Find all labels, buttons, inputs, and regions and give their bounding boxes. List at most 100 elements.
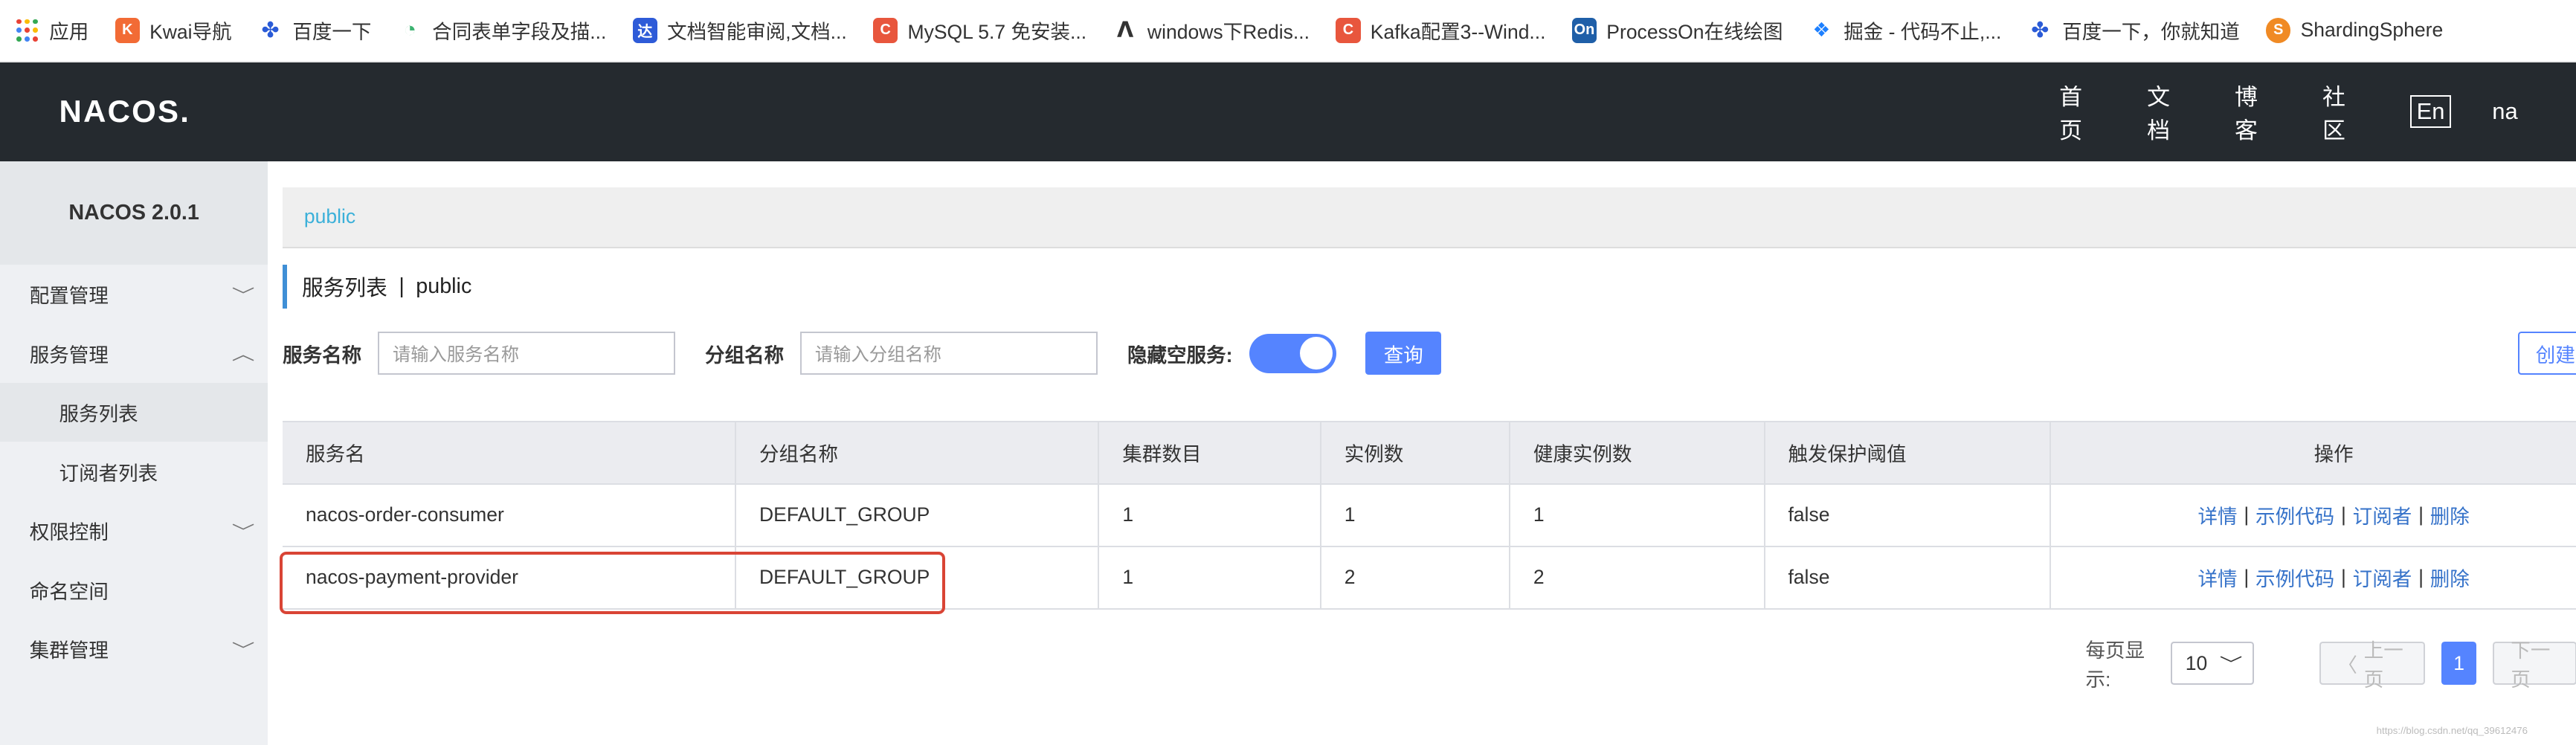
chevron-up-icon: ︿ [231, 345, 255, 364]
top-nav: 首页 文档 博客 社区 En na [2059, 62, 2576, 161]
ops-separator: | [2244, 503, 2250, 526]
sidebar-item-cluster[interactable]: 集群管理 ﹀ [0, 619, 268, 679]
namespace-bar: public [283, 187, 2576, 248]
service-name-label: 服务名称 [283, 344, 362, 367]
sidebar-item-subscriber-list[interactable]: 订阅者列表 [0, 442, 268, 501]
apps-grid-icon [16, 19, 39, 42]
chevron-down-icon: ﹀ [231, 640, 255, 659]
hide-empty-label: 隐藏空服务: [1127, 344, 1233, 367]
ops-separator: | [2418, 503, 2424, 526]
bookmark-shardingsphere[interactable]: S ShardingSphere [2266, 18, 2443, 43]
chevron-down-icon: ﹀ [2219, 655, 2243, 674]
bookmark-label: 应用 [49, 21, 89, 44]
sidebar-item-label: 服务管理 [29, 344, 109, 367]
sidebar-item-service-list[interactable]: 服务列表 [0, 382, 268, 442]
nav-home[interactable]: 首页 [2059, 78, 2087, 145]
table-row: nacos-order-consumer DEFAULT_GROUP 1 1 1… [283, 484, 2576, 547]
sidebar-item-service-management[interactable]: 服务管理 ︿ [0, 323, 268, 383]
ops-separator: | [2340, 503, 2346, 526]
bookmark-label: 文档智能审阅,文档... [667, 21, 847, 44]
cell-cluster-count: 1 [1099, 546, 1321, 608]
col-header-instance-count: 实例数 [1321, 422, 1510, 483]
sidebar-item-namespace[interactable]: 命名空间 [0, 561, 268, 620]
sidebar-item-label: 订阅者列表 [59, 462, 158, 485]
subscribers-link[interactable]: 订阅者 [2353, 500, 2412, 529]
bookmark-label: 合同表单字段及描... [432, 21, 607, 44]
col-header-service-name: 服务名 [283, 422, 737, 483]
nav-community[interactable]: 社区 [2322, 78, 2351, 145]
bookmark-kafka[interactable]: C Kafka配置3--Wind... [1336, 16, 1546, 45]
bookmarks-bar: 应用 K Kwai导航 ✤ 百度一下 ◔ 合同表单字段及描... 达 文档智能审… [0, 0, 2576, 62]
subscribers-link[interactable]: 订阅者 [2353, 563, 2412, 592]
next-page-button[interactable]: 下一页 [2493, 639, 2576, 691]
bookmark-label: ProcessOn在线绘图 [1606, 21, 1783, 44]
bookmark-mysql[interactable]: C MySQL 5.7 免安装... [873, 16, 1086, 45]
cell-instance-count: 1 [1321, 484, 1510, 546]
sidebar-item-label: 配置管理 [29, 285, 109, 308]
table-header-row: 服务名 分组名称 集群数目 实例数 健康实例数 触发保护阈值 操作 [283, 422, 2576, 485]
main-content: public 服务列表 | public 服务名称 请输入服务名称 分组名称 请… [279, 161, 2576, 691]
sidebar: NACOS 2.0.1 配置管理 ﹀ 服务管理 ︿ 服务列表 订阅者列表 权限控… [0, 161, 268, 745]
bookmark-juejin[interactable]: ❖ 掘金 - 代码不止,... [1809, 16, 2002, 45]
language-switch-button[interactable]: En [2409, 95, 2452, 129]
chart-icon: ◔ [403, 18, 417, 42]
col-header-protect-threshold: 触发保护阈值 [1765, 422, 2052, 483]
prev-page-button[interactable]: 〈上一页 [2319, 639, 2426, 691]
nav-blog[interactable]: 博客 [2235, 78, 2263, 145]
sidebar-item-label: 权限控制 [29, 521, 109, 544]
delete-link[interactable]: 删除 [2430, 563, 2470, 592]
bookmark-kwai[interactable]: K Kwai导航 [115, 16, 232, 45]
namespace-tab-public[interactable]: public [304, 205, 355, 228]
col-header-cluster-count: 集群数目 [1099, 422, 1321, 483]
feather-icon: ᐱ [1116, 19, 1134, 43]
bookmark-apps[interactable]: 应用 [16, 16, 88, 45]
pagination: 每页显示: 10 ﹀ 〈上一页 1 下一页 [2085, 634, 2576, 692]
cell-healthy-count: 1 [1510, 484, 1765, 546]
juejin-icon: ❖ [1812, 19, 1831, 42]
nacos-logo[interactable]: NACOS. [59, 94, 191, 129]
shardingsphere-icon: S [2266, 18, 2291, 43]
bookmark-redis[interactable]: ᐱ windows下Redis... [1113, 16, 1310, 45]
bookmark-processon[interactable]: On ProcessOn在线绘图 [1571, 16, 1783, 45]
top-header: NACOS. 首页 文档 博客 社区 En na [0, 62, 2576, 161]
sample-code-link[interactable]: 示例代码 [2255, 500, 2334, 529]
bookmark-baidu[interactable]: ✤ 百度一下 [258, 16, 371, 45]
nav-docs[interactable]: 文档 [2147, 78, 2175, 145]
page-1-button[interactable]: 1 [2441, 642, 2477, 685]
user-menu[interactable]: na [2492, 98, 2517, 125]
service-name-input[interactable]: 请输入服务名称 [378, 332, 676, 375]
sidebar-item-access-control[interactable]: 权限控制 ﹀ [0, 501, 268, 561]
hide-empty-toggle[interactable] [1249, 333, 1336, 373]
chevron-down-icon: ﹀ [231, 522, 255, 541]
bookmark-label: Kwai导航 [149, 21, 232, 44]
bookmark-label: Kafka配置3--Wind... [1370, 21, 1546, 44]
query-button[interactable]: 查询 [1365, 332, 1442, 375]
bookmark-label: 百度一下，你就知道 [2062, 21, 2240, 44]
bookmark-doc-review[interactable]: 达 文档智能审阅,文档... [632, 16, 847, 45]
cell-service-name: nacos-order-consumer [283, 484, 737, 546]
cell-instance-count: 2 [1321, 546, 1510, 608]
page-size-select[interactable]: 10 ﹀ [2171, 642, 2254, 685]
csdn-c-icon: C [1336, 18, 1361, 43]
bookmark-label: 百度一下 [292, 21, 372, 44]
details-link[interactable]: 详情 [2197, 563, 2237, 592]
bookmark-baidu-2[interactable]: ✤ 百度一下，你就知道 [2028, 16, 2240, 45]
ops-separator: | [2244, 566, 2250, 589]
col-header-healthy-count: 健康实例数 [1510, 422, 1765, 483]
group-name-label: 分组名称 [705, 344, 785, 367]
cell-actions: 详情 | 示例代码 | 订阅者 | 删除 [2051, 547, 2576, 608]
sample-code-link[interactable]: 示例代码 [2255, 563, 2334, 592]
sidebar-item-label: 集群管理 [29, 639, 109, 662]
group-name-input[interactable]: 请输入分组名称 [800, 332, 1098, 375]
version-label: NACOS 2.0.1 [0, 161, 268, 265]
details-link[interactable]: 详情 [2197, 500, 2237, 529]
delete-link[interactable]: 删除 [2430, 500, 2470, 529]
cell-protect-threshold: false [1765, 484, 2052, 546]
watermark: https://blog.csdn.net/qq_39612476 [2376, 724, 2528, 736]
create-service-button[interactable]: 创建 [2517, 332, 2576, 375]
chevron-down-icon: ﹀ [231, 286, 255, 305]
sidebar-item-config[interactable]: 配置管理 ﹀ [0, 265, 268, 324]
bookmark-contract[interactable]: ◔ 合同表单字段及描... [398, 16, 607, 45]
toggle-knob [1300, 337, 1333, 370]
service-table: 服务名 分组名称 集群数目 实例数 健康实例数 触发保护阈值 操作 nacos-… [279, 420, 2576, 615]
